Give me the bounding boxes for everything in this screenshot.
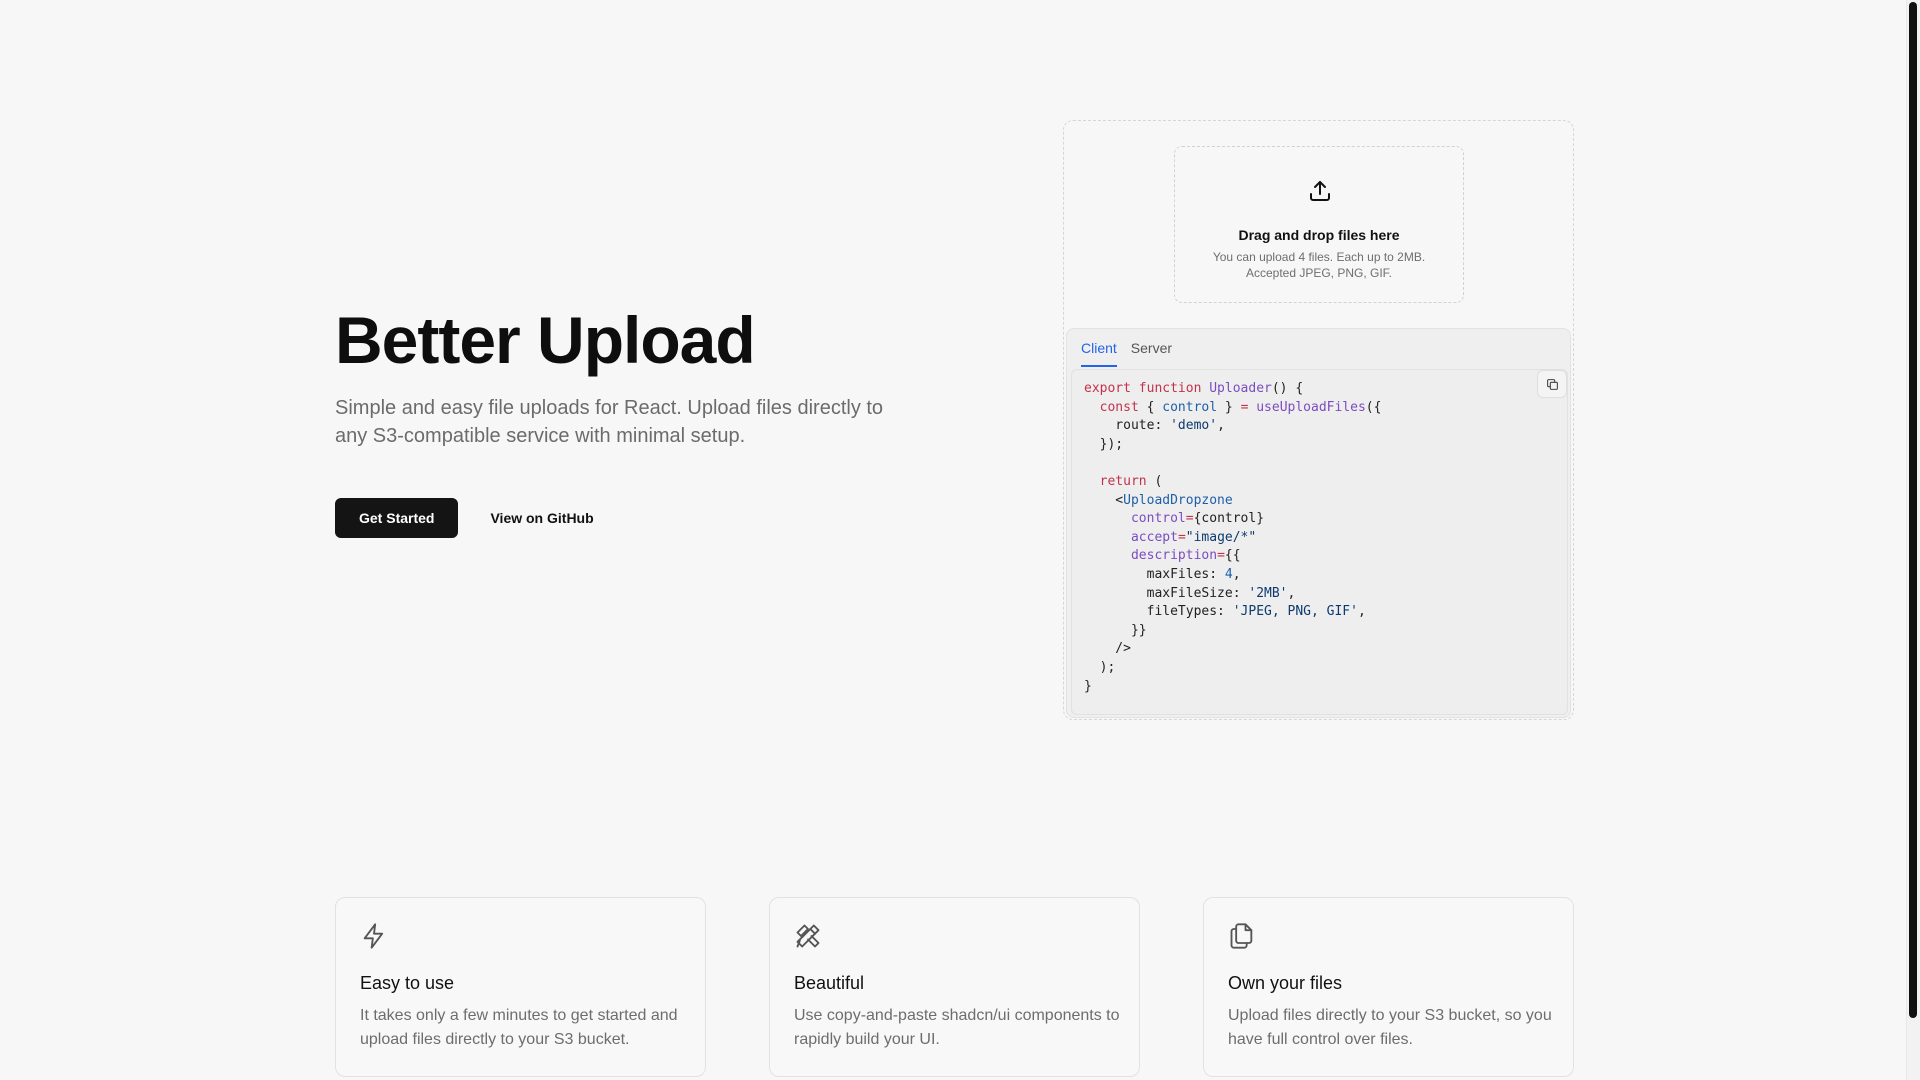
- hero-actions: Get Started View on GitHub: [335, 498, 895, 538]
- lightning-icon: [363, 923, 384, 949]
- copy-icon: [1546, 378, 1558, 390]
- tab-server[interactable]: Server: [1131, 329, 1172, 367]
- landing-page: Better Upload Simple and easy file uploa…: [0, 0, 1920, 1080]
- upload-icon: [1310, 181, 1330, 201]
- files-icon: [1230, 923, 1253, 949]
- copy-button[interactable]: [1537, 370, 1567, 398]
- dropzone-title: Drag and drop files here: [1238, 227, 1400, 243]
- dropzone-description-line2: Accepted JPEG, PNG, GIF.: [1245, 266, 1393, 280]
- scrollbar-thumb[interactable]: [1909, 2, 1917, 1018]
- feature-description: Use copy-and-paste shadcn/ui components …: [794, 1007, 1120, 1048]
- feature-description: It takes only a few minutes to get start…: [360, 1007, 678, 1048]
- feature-description: Upload files directly to your S3 bucket,…: [1228, 1007, 1552, 1048]
- code-panel: Client Server export function Uploader()…: [1066, 328, 1571, 718]
- features-section: Easy to use It takes only a few minutes …: [335, 897, 1574, 1077]
- upload-demo: Drag and drop files here You can upload …: [1063, 120, 1574, 720]
- feature-card-own-files: Own your files Upload files directly to …: [1203, 897, 1574, 1077]
- get-started-button[interactable]: Get Started: [335, 498, 459, 538]
- code-snippet: export function Uploader() { const { con…: [1084, 381, 1382, 694]
- feature-card-easy: Easy to use It takes only a few minutes …: [335, 897, 706, 1077]
- dropzone-description: You can upload 4 files. Each up to 2MB. …: [1175, 249, 1463, 281]
- feature-title: Beautiful: [794, 973, 865, 993]
- code-tabs: Client Server: [1081, 329, 1172, 367]
- view-on-github-button[interactable]: View on GitHub: [490, 510, 593, 526]
- tab-client[interactable]: Client: [1081, 329, 1117, 367]
- hero-title: Better Upload: [335, 303, 756, 377]
- upload-dropzone[interactable]: Drag and drop files here You can upload …: [1174, 146, 1464, 303]
- feature-title: Easy to use: [360, 973, 455, 993]
- hero-subtitle: Simple and easy file uploads for React. …: [335, 397, 884, 447]
- feature-title: Own your files: [1228, 973, 1343, 993]
- feature-card-beautiful: Beautiful Use copy-and-paste shadcn/ui c…: [769, 897, 1140, 1077]
- scrollbar[interactable]: [1906, 0, 1920, 1080]
- code-block: export function Uploader() { const { con…: [1071, 369, 1568, 715]
- hero-section: Better Upload Simple and easy file uploa…: [335, 300, 895, 538]
- design-tools-icon: [796, 924, 820, 948]
- dropzone-description-line1: You can upload 4 files. Each up to 2MB.: [1212, 250, 1426, 264]
